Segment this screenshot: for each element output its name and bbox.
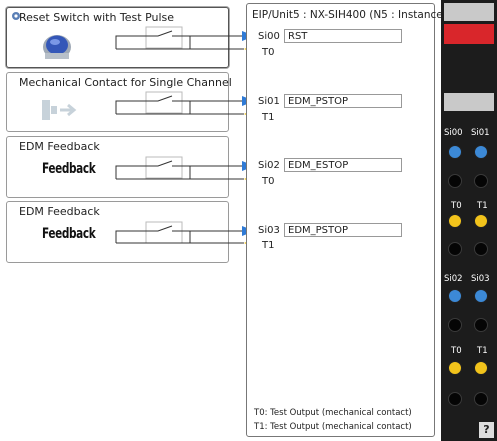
device-label-si01: Si01	[471, 128, 490, 138]
device-card-edm-feedback-2[interactable]: EDM Feedback Feedback	[6, 201, 229, 263]
reset-switch-icon	[41, 29, 73, 66]
terminal	[474, 242, 488, 256]
device-card-edm-feedback-1[interactable]: EDM Feedback Feedback	[6, 136, 229, 198]
unit-title: EIP/Unit5 : NX-SIH400 (N5 : Instance3)	[252, 9, 454, 21]
terminal-t0	[448, 214, 462, 228]
card-title: EDM Feedback	[19, 140, 100, 153]
device-label-si00: Si00	[444, 128, 463, 138]
device-card-reset-switch[interactable]: Reset Switch with Test Pulse	[6, 7, 229, 68]
footer-note-t0: T0: Test Output (mechanical contact)	[254, 408, 412, 418]
pin-label-si02: Si02	[258, 160, 280, 171]
device-label-t1: T1	[477, 201, 488, 211]
device-card-mechanical-contact[interactable]: Mechanical Contact for Single Channel	[6, 72, 232, 132]
terminal	[448, 392, 462, 406]
tag-field-si01[interactable]: EDM_PSTOP	[284, 94, 402, 108]
status-indicator-red	[444, 24, 494, 44]
device-label-si02: Si02	[444, 274, 463, 284]
pin-label-si03: Si03	[258, 225, 280, 236]
io-unit-graphic: Si00 Si01 T0 T1 Si02 Si03 T0 T1	[441, 0, 497, 441]
help-button[interactable]: ?	[479, 422, 494, 438]
tag-field-si02[interactable]: EDM_ESTOP	[284, 158, 402, 172]
terminal	[474, 392, 488, 406]
feedback-text-icon: Feedback	[42, 226, 96, 242]
terminal-si02	[448, 289, 462, 303]
terminal	[474, 174, 488, 188]
terminal	[448, 242, 462, 256]
pin-label-t1: T1	[262, 112, 275, 123]
terminal-t1	[474, 361, 488, 375]
terminal-si03	[474, 289, 488, 303]
terminal-t0	[448, 361, 462, 375]
unit-top-cap	[444, 3, 494, 21]
terminal-t1	[474, 214, 488, 228]
terminal	[448, 318, 462, 332]
footer-note-t1: T1: Test Output (mechanical contact)	[254, 422, 412, 432]
mechanical-contact-icon	[41, 98, 77, 125]
device-label-t0: T0	[451, 201, 462, 211]
tag-field-si03[interactable]: EDM_PSTOP	[284, 223, 402, 237]
terminal-si00	[448, 145, 462, 159]
pin-label-t1: T1	[262, 240, 275, 251]
device-label-t0: T0	[451, 346, 462, 356]
card-title: Mechanical Contact for Single Channel	[19, 76, 232, 89]
unit-panel: EIP/Unit5 : NX-SIH400 (N5 : Instance3) S…	[246, 3, 454, 437]
pin-label-si01: Si01	[258, 96, 280, 107]
pin-label-t0: T0	[262, 47, 275, 58]
device-label-si03: Si03	[471, 274, 490, 284]
terminal	[448, 174, 462, 188]
card-title: EDM Feedback	[19, 205, 100, 218]
tag-field-si00[interactable]: RST	[284, 29, 402, 43]
terminal	[474, 318, 488, 332]
unit-slot	[444, 93, 494, 111]
device-label-t1: T1	[477, 346, 488, 356]
terminal-si01	[474, 145, 488, 159]
pin-label-t0: T0	[262, 176, 275, 187]
card-title: Reset Switch with Test Pulse	[19, 11, 175, 24]
feedback-text-icon: Feedback	[42, 161, 96, 177]
pin-label-si00: Si00	[258, 31, 280, 42]
